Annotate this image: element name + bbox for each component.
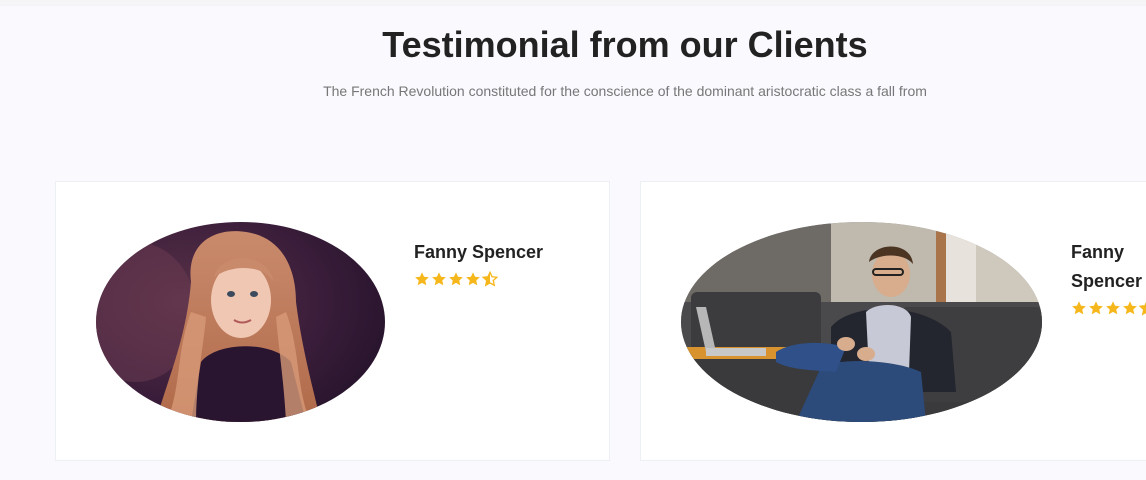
section-subtitle: The French Revolution constituted for th… bbox=[323, 83, 927, 99]
star-full-icon bbox=[431, 271, 447, 287]
rating-stars bbox=[414, 271, 498, 287]
client-name: Fanny Spencer bbox=[1071, 242, 1143, 291]
client-photo bbox=[96, 222, 385, 422]
top-strip bbox=[0, 0, 1146, 6]
star-full-icon bbox=[414, 271, 430, 287]
girl-portrait-image bbox=[96, 222, 385, 422]
star-full-icon bbox=[465, 271, 481, 287]
star-full-icon bbox=[1122, 300, 1138, 316]
star-half-icon bbox=[482, 271, 498, 287]
star-full-icon bbox=[1088, 300, 1104, 316]
rating-stars bbox=[1071, 300, 1146, 316]
client-photo bbox=[681, 222, 1042, 422]
testimonial-card: Fanny Spencer bbox=[640, 181, 1146, 461]
star-full-icon bbox=[448, 271, 464, 287]
section-title: Testimonial from our Clients bbox=[382, 24, 868, 65]
testimonial-card: Fanny Spencer bbox=[55, 181, 610, 461]
star-full-icon bbox=[1071, 300, 1087, 316]
star-half-icon bbox=[1139, 300, 1146, 316]
client-name: Fanny Spencer bbox=[414, 242, 544, 262]
star-full-icon bbox=[1105, 300, 1121, 316]
man-with-laptop-image bbox=[681, 222, 1042, 422]
